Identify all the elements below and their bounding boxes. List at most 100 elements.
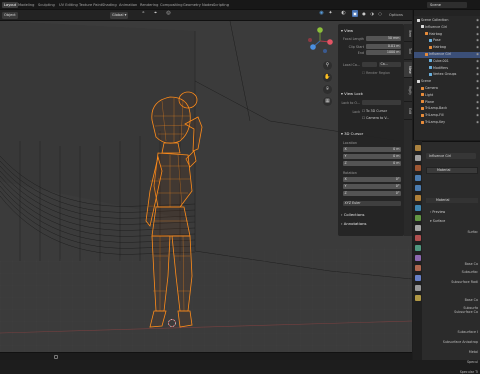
tab-modeling[interactable]: Modeling — [18, 2, 34, 8]
outliner-item[interactable]: Hairbag ◉ — [414, 45, 480, 51]
tab-compositing[interactable]: Compositing — [160, 2, 183, 8]
shading-solid-icon[interactable]: ● — [361, 10, 367, 17]
outliner-item[interactable]: Plane ◉ — [414, 100, 480, 106]
tab-scripting[interactable]: Scripting — [213, 2, 229, 8]
sidebar-tab-rigify[interactable]: Rigify — [404, 80, 412, 102]
tab-geometry-nodes[interactable]: Geometry Nodes — [183, 2, 213, 8]
properties-tab-icon[interactable] — [414, 205, 421, 211]
lock-to-cursor-checkbox[interactable]: ☐ To 3D Cursor — [362, 109, 387, 113]
outliner-item[interactable]: Influence Girl ◉ — [414, 25, 480, 31]
navigation-gizmo[interactable] — [305, 25, 335, 57]
transform-orientation[interactable]: Global ▾ — [110, 12, 129, 19]
visibility-eye-icon[interactable]: ◉ — [476, 18, 479, 24]
properties-tab-icon[interactable] — [414, 245, 421, 251]
preview-panel-header[interactable]: › Preview — [430, 210, 445, 214]
visibility-eye-icon[interactable]: ◉ — [476, 120, 479, 126]
visibility-eye-icon[interactable]: ◉ — [476, 45, 479, 51]
object-name-field[interactable]: Influence Girl — [426, 153, 476, 159]
xray-icon[interactable]: ▣ — [352, 10, 358, 17]
material-slot-list[interactable]: Material — [426, 167, 478, 174]
outliner-item[interactable]: TriLamp-Key ◉ — [414, 120, 480, 126]
ortho-grid-icon[interactable]: ▦ — [323, 97, 332, 106]
properties-tab-icon[interactable] — [414, 215, 421, 221]
rot-x-field[interactable]: X 0° — [343, 177, 401, 182]
properties-tab-icon[interactable] — [414, 255, 421, 261]
properties-tab-icon[interactable] — [414, 155, 421, 161]
snap-icon[interactable]: ⌖ — [152, 10, 159, 17]
proportional-icon[interactable]: ◎ — [165, 10, 172, 17]
properties-tab-icon[interactable] — [414, 145, 421, 151]
viewlock-section-header[interactable]: ▾ View Lock — [341, 91, 363, 96]
properties-tab-icon[interactable] — [414, 165, 421, 171]
outliner-item[interactable]: Scene Collection ◉ — [414, 18, 480, 24]
outliner-item[interactable]: Scene ◉ — [414, 79, 480, 85]
rotation-mode-dropdown[interactable]: XYZ Euler — [343, 201, 401, 206]
visibility-eye-icon[interactable]: ◉ — [476, 25, 479, 31]
outliner-item[interactable]: Cube.001 ◉ — [414, 59, 480, 65]
outliner-item[interactable]: Influence Girl ◉ — [414, 52, 480, 58]
material-selector[interactable]: Material — [426, 198, 478, 203]
annotations-section-header[interactable]: › Annotations — [341, 221, 367, 226]
outliner-item[interactable]: Light ◉ — [414, 93, 480, 99]
outliner-item[interactable]: Hairbag ◉ — [414, 32, 480, 38]
scene-selector[interactable]: Scene — [427, 2, 467, 8]
visibility-eye-icon[interactable]: ◉ — [476, 72, 479, 78]
loc-x-field[interactable]: X 0 m — [343, 147, 401, 152]
tab-animation[interactable]: Animation — [119, 2, 137, 8]
outliner-item[interactable]: Vertex Groups ◉ — [414, 72, 480, 78]
properties-tab-icon[interactable] — [414, 185, 421, 191]
properties-tab-icon[interactable] — [414, 265, 421, 271]
shading-material-icon[interactable]: ◑ — [369, 10, 375, 17]
outliner-item[interactable]: Pose ◉ — [414, 38, 480, 44]
collections-section-header[interactable]: › Collections — [341, 212, 365, 217]
options-menu[interactable]: Options — [389, 13, 403, 17]
visibility-eye-icon[interactable]: ◉ — [476, 32, 479, 38]
tab-sculpting[interactable]: Sculpting — [38, 2, 55, 8]
properties-tab-icon[interactable] — [414, 235, 421, 241]
cursor-section-header[interactable]: ▾ 3D Cursor — [341, 131, 363, 136]
lock-to-object-field[interactable] — [362, 100, 401, 105]
pan-hand-icon[interactable]: ✋ — [323, 73, 332, 82]
visibility-eye-icon[interactable]: ◉ — [476, 113, 479, 119]
tab-uv-editing[interactable]: UV Editing — [59, 2, 78, 8]
visibility-eye-icon[interactable]: ◉ — [476, 66, 479, 72]
visibility-icon[interactable]: ◉ — [318, 10, 325, 17]
sidebar-tab-view[interactable]: View — [404, 62, 412, 78]
rot-y-field[interactable]: Y 0° — [343, 184, 401, 189]
camera-to-view-checkbox[interactable]: ☐ Camera to V... — [362, 116, 389, 120]
sidebar-tab-edit[interactable]: Edit — [404, 104, 412, 120]
visibility-eye-icon[interactable]: ◉ — [476, 106, 479, 112]
rot-z-field[interactable]: Z 0° — [343, 191, 401, 196]
zoom-icon[interactable]: ⚲ — [323, 61, 332, 70]
properties-tab-icon[interactable] — [414, 225, 421, 231]
local-camera-field[interactable]: Ca... — [379, 62, 401, 67]
outliner-item[interactable]: TriLamp-Fill ◉ — [414, 113, 480, 119]
shading-rendered-icon[interactable]: ○ — [377, 10, 383, 17]
tab-shading[interactable]: Shading — [102, 2, 117, 8]
properties-tab-icon[interactable] — [414, 195, 421, 201]
loc-z-field[interactable]: Z 0 m — [343, 161, 401, 166]
outliner-item[interactable]: TriLamp-Back ◉ — [414, 106, 480, 112]
properties-tab-icon[interactable] — [414, 275, 421, 281]
view-section-header[interactable]: ▾ View — [341, 28, 353, 33]
clip-end-field[interactable]: 1000 m — [366, 50, 401, 55]
clip-start-field[interactable]: 0.01 m — [366, 44, 401, 49]
tab-texture-paint[interactable]: Texture Paint — [79, 2, 102, 8]
gizmo-toggle-icon[interactable]: ✦ — [327, 10, 334, 17]
pivot-icon[interactable]: ⚬ — [140, 10, 147, 17]
outliner-item[interactable]: Modifiers ◉ — [414, 66, 480, 72]
render-region-checkbox[interactable]: ☐ Render Region — [362, 71, 390, 75]
sidebar-tab-tool[interactable]: Tool — [404, 44, 412, 60]
tab-layout[interactable]: Layout — [2, 2, 19, 8]
visibility-eye-icon[interactable]: ◉ — [476, 59, 479, 65]
properties-tab-icon[interactable] — [414, 175, 421, 181]
visibility-eye-icon[interactable]: ◉ — [476, 86, 479, 92]
outliner-item[interactable]: Camera ◉ — [414, 86, 480, 92]
focal-length-field[interactable]: 50 mm — [366, 36, 401, 41]
mode-selector[interactable]: Object — [2, 12, 18, 19]
visibility-eye-icon[interactable]: ◉ — [476, 93, 479, 99]
camera-view-icon[interactable]: ⌾ — [323, 85, 332, 94]
tab-rendering[interactable]: Rendering — [140, 2, 158, 8]
visibility-eye-icon[interactable]: ◉ — [476, 79, 479, 85]
sidebar-tab-item[interactable]: Item — [404, 26, 412, 42]
